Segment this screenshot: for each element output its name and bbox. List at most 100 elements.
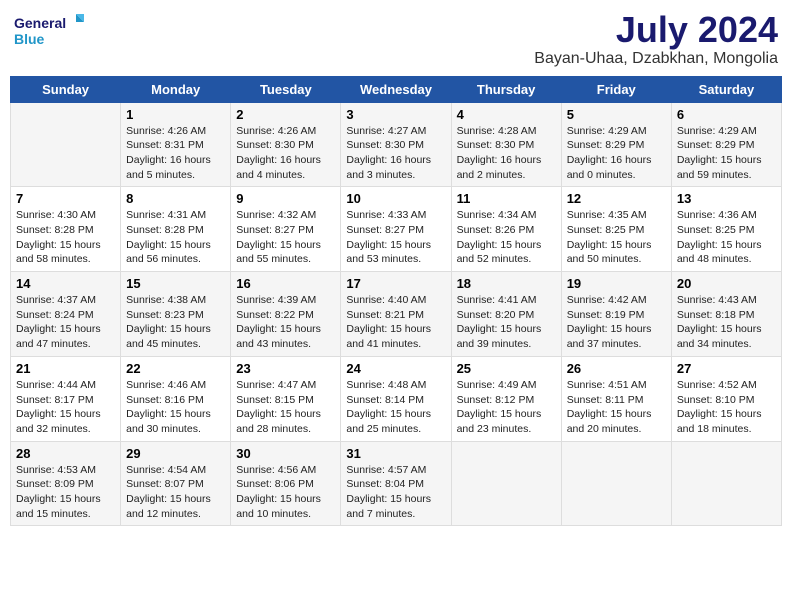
day-info: Sunrise: 4:52 AM Sunset: 8:10 PM Dayligh… <box>677 378 776 437</box>
day-number: 31 <box>346 446 445 461</box>
day-number: 20 <box>677 276 776 291</box>
calendar-cell <box>561 441 671 526</box>
page-header: General Blue July 2024 Bayan-Uhaa, Dzabk… <box>10 10 782 68</box>
day-info: Sunrise: 4:54 AM Sunset: 8:07 PM Dayligh… <box>126 463 225 522</box>
day-number: 29 <box>126 446 225 461</box>
day-info: Sunrise: 4:32 AM Sunset: 8:27 PM Dayligh… <box>236 208 335 267</box>
calendar-cell: 17 Sunrise: 4:40 AM Sunset: 8:21 PM Dayli… <box>341 272 451 357</box>
calendar-cell: 11Sunrise: 4:34 AM Sunset: 8:26 PM Dayli… <box>451 187 561 272</box>
day-number: 7 <box>16 191 115 206</box>
day-number: 5 <box>567 107 666 122</box>
weekday-header-thursday: Thursday <box>451 76 561 102</box>
day-info: Sunrise: 4:37 AM Sunset: 8:24 PM Dayligh… <box>16 293 115 352</box>
day-info: Sunrise: 4:44 AM Sunset: 8:17 PM Dayligh… <box>16 378 115 437</box>
day-number: 1 <box>126 107 225 122</box>
weekday-header-sunday: Sunday <box>11 76 121 102</box>
day-info: Sunrise: 4:47 AM Sunset: 8:15 PM Dayligh… <box>236 378 335 437</box>
day-info: Sunrise: 4:27 AM Sunset: 8:30 PM Dayligh… <box>346 124 445 183</box>
day-number: 21 <box>16 361 115 376</box>
day-number: 2 <box>236 107 335 122</box>
calendar-cell: 24Sunrise: 4:48 AM Sunset: 8:14 PM Dayli… <box>341 356 451 441</box>
day-info: Sunrise: 4:38 AM Sunset: 8:23 PM Dayligh… <box>126 293 225 352</box>
day-number: 22 <box>126 361 225 376</box>
day-number: 26 <box>567 361 666 376</box>
calendar-cell <box>11 102 121 187</box>
calendar-cell: 18 Sunrise: 4:41 AM Sunset: 8:20 PM Dayli… <box>451 272 561 357</box>
calendar-cell: 6Sunrise: 4:29 AM Sunset: 8:29 PM Daylig… <box>671 102 781 187</box>
day-number: 23 <box>236 361 335 376</box>
day-number: 9 <box>236 191 335 206</box>
weekday-header-monday: Monday <box>121 76 231 102</box>
weekday-header-wednesday: Wednesday <box>341 76 451 102</box>
day-info: Sunrise: 4:30 AM Sunset: 8:28 PM Dayligh… <box>16 208 115 267</box>
day-number: 24 <box>346 361 445 376</box>
calendar-cell: 26 Sunrise: 4:51 AM Sunset: 8:11 PM Dayli… <box>561 356 671 441</box>
calendar-cell: 9 Sunrise: 4:32 AM Sunset: 8:27 PM Daylig… <box>231 187 341 272</box>
logo: General Blue <box>14 10 84 55</box>
day-number: 28 <box>16 446 115 461</box>
calendar-cell: 1 Sunrise: 4:26 AM Sunset: 8:31 PM Daylig… <box>121 102 231 187</box>
calendar-cell: 27 Sunrise: 4:52 AM Sunset: 8:10 PM Dayli… <box>671 356 781 441</box>
calendar-cell: 8 Sunrise: 4:31 AM Sunset: 8:28 PM Daylig… <box>121 187 231 272</box>
day-number: 30 <box>236 446 335 461</box>
calendar-cell: 31 Sunrise: 4:57 AM Sunset: 8:04 PM Dayli… <box>341 441 451 526</box>
calendar-table: SundayMondayTuesdayWednesdayThursdayFrid… <box>10 76 782 527</box>
calendar-cell: 23 Sunrise: 4:47 AM Sunset: 8:15 PM Dayli… <box>231 356 341 441</box>
day-number: 11 <box>457 191 556 206</box>
logo-svg: General Blue <box>14 10 84 55</box>
day-number: 15 <box>126 276 225 291</box>
calendar-cell: 20Sunrise: 4:43 AM Sunset: 8:18 PM Dayli… <box>671 272 781 357</box>
calendar-cell <box>671 441 781 526</box>
day-info: Sunrise: 4:41 AM Sunset: 8:20 PM Dayligh… <box>457 293 556 352</box>
calendar-cell: 15 Sunrise: 4:38 AM Sunset: 8:23 PM Dayli… <box>121 272 231 357</box>
day-number: 10 <box>346 191 445 206</box>
day-number: 4 <box>457 107 556 122</box>
title-block: July 2024 Bayan-Uhaa, Dzabkhan, Mongolia <box>534 10 778 68</box>
day-number: 3 <box>346 107 445 122</box>
calendar-cell: 13 Sunrise: 4:36 AM Sunset: 8:25 PM Dayli… <box>671 187 781 272</box>
calendar-cell: 16 Sunrise: 4:39 AM Sunset: 8:22 PM Dayli… <box>231 272 341 357</box>
calendar-cell: 5 Sunrise: 4:29 AM Sunset: 8:29 PM Daylig… <box>561 102 671 187</box>
day-number: 8 <box>126 191 225 206</box>
svg-text:General: General <box>14 15 66 31</box>
calendar-cell: 4Sunrise: 4:28 AM Sunset: 8:30 PM Daylig… <box>451 102 561 187</box>
day-number: 25 <box>457 361 556 376</box>
day-info: Sunrise: 4:49 AM Sunset: 8:12 PM Dayligh… <box>457 378 556 437</box>
calendar-cell: 19 Sunrise: 4:42 AM Sunset: 8:19 PM Dayli… <box>561 272 671 357</box>
calendar-cell: 14Sunrise: 4:37 AM Sunset: 8:24 PM Dayli… <box>11 272 121 357</box>
day-info: Sunrise: 4:36 AM Sunset: 8:25 PM Dayligh… <box>677 208 776 267</box>
calendar-cell <box>451 441 561 526</box>
day-info: Sunrise: 4:39 AM Sunset: 8:22 PM Dayligh… <box>236 293 335 352</box>
day-info: Sunrise: 4:33 AM Sunset: 8:27 PM Dayligh… <box>346 208 445 267</box>
day-info: Sunrise: 4:51 AM Sunset: 8:11 PM Dayligh… <box>567 378 666 437</box>
day-info: Sunrise: 4:56 AM Sunset: 8:06 PM Dayligh… <box>236 463 335 522</box>
day-number: 19 <box>567 276 666 291</box>
day-number: 12 <box>567 191 666 206</box>
day-info: Sunrise: 4:42 AM Sunset: 8:19 PM Dayligh… <box>567 293 666 352</box>
day-number: 18 <box>457 276 556 291</box>
day-info: Sunrise: 4:57 AM Sunset: 8:04 PM Dayligh… <box>346 463 445 522</box>
calendar-cell: 2Sunrise: 4:26 AM Sunset: 8:30 PM Daylig… <box>231 102 341 187</box>
calendar-cell: 21 Sunrise: 4:44 AM Sunset: 8:17 PM Dayli… <box>11 356 121 441</box>
calendar-cell: 3 Sunrise: 4:27 AM Sunset: 8:30 PM Daylig… <box>341 102 451 187</box>
day-info: Sunrise: 4:31 AM Sunset: 8:28 PM Dayligh… <box>126 208 225 267</box>
calendar-cell: 29 Sunrise: 4:54 AM Sunset: 8:07 PM Dayli… <box>121 441 231 526</box>
calendar-cell: 12Sunrise: 4:35 AM Sunset: 8:25 PM Dayli… <box>561 187 671 272</box>
calendar-cell: 7 Sunrise: 4:30 AM Sunset: 8:28 PM Daylig… <box>11 187 121 272</box>
day-info: Sunrise: 4:29 AM Sunset: 8:29 PM Dayligh… <box>567 124 666 183</box>
calendar-cell: 22Sunrise: 4:46 AM Sunset: 8:16 PM Dayli… <box>121 356 231 441</box>
day-number: 13 <box>677 191 776 206</box>
day-number: 16 <box>236 276 335 291</box>
day-info: Sunrise: 4:26 AM Sunset: 8:31 PM Dayligh… <box>126 124 225 183</box>
day-info: Sunrise: 4:40 AM Sunset: 8:21 PM Dayligh… <box>346 293 445 352</box>
day-info: Sunrise: 4:53 AM Sunset: 8:09 PM Dayligh… <box>16 463 115 522</box>
weekday-header-tuesday: Tuesday <box>231 76 341 102</box>
calendar-cell: 30 Sunrise: 4:56 AM Sunset: 8:06 PM Dayli… <box>231 441 341 526</box>
calendar-cell: 10 Sunrise: 4:33 AM Sunset: 8:27 PM Dayli… <box>341 187 451 272</box>
day-number: 27 <box>677 361 776 376</box>
calendar-cell: 25 Sunrise: 4:49 AM Sunset: 8:12 PM Dayli… <box>451 356 561 441</box>
day-number: 6 <box>677 107 776 122</box>
weekday-header-friday: Friday <box>561 76 671 102</box>
day-number: 17 <box>346 276 445 291</box>
weekday-header-saturday: Saturday <box>671 76 781 102</box>
